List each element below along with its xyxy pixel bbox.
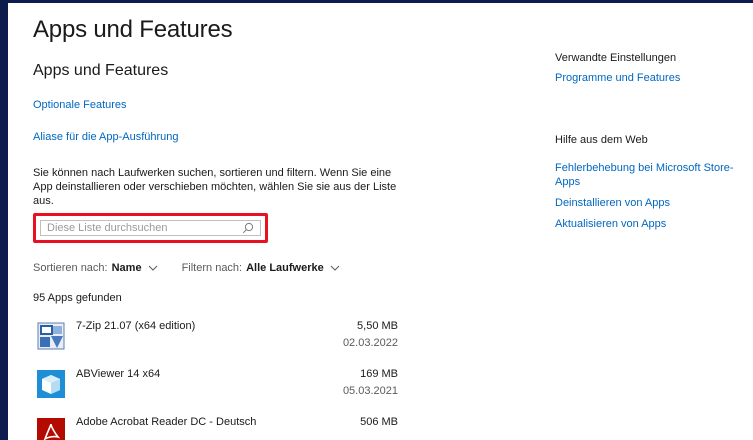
- optional-features-link[interactable]: Optionale Features: [33, 99, 127, 111]
- update-apps-link[interactable]: Aktualisieren von Apps: [555, 217, 750, 231]
- app-size: 506 MB: [360, 416, 398, 428]
- list-item[interactable]: 7-Zip 21.07 (x64 edition) 5,50 MB 02.03.…: [33, 317, 403, 365]
- filter-value: Alle Laufwerke: [246, 262, 324, 274]
- app-date: 05.03.2021: [342, 385, 398, 397]
- list-item[interactable]: ABViewer 14 x64 169 MB 05.03.2021: [33, 365, 403, 413]
- chevron-down-icon: [148, 265, 157, 271]
- web-help: Hilfe aus dem Web Fehlerbehebung bei Mic…: [555, 134, 750, 231]
- filter-label: Filtern nach:: [181, 262, 243, 274]
- related-heading: Verwandte Einstellungen: [555, 52, 677, 64]
- abviewer-icon: [37, 370, 65, 398]
- page-title: Apps und Features: [33, 16, 233, 43]
- app-date: 02.03.2022: [342, 337, 398, 349]
- app-size: 169 MB: [360, 368, 398, 380]
- search-input[interactable]: [47, 222, 242, 234]
- search-icon[interactable]: [242, 222, 254, 234]
- 7zip-icon: [37, 322, 65, 350]
- section-title: Apps und Features: [33, 62, 169, 79]
- sort-dropdown[interactable]: Sortieren nach: Name: [33, 262, 158, 274]
- acrobat-icon: [37, 418, 65, 440]
- search-highlight-frame: [33, 213, 268, 243]
- sort-label: Sortieren nach:: [33, 262, 108, 274]
- filter-bar: Sortieren nach: Name Filtern nach: Alle …: [33, 262, 340, 274]
- sort-value: Name: [111, 262, 142, 274]
- search-box[interactable]: [40, 220, 261, 236]
- chevron-down-icon: [330, 265, 340, 271]
- app-size: 5,50 MB: [357, 320, 398, 332]
- uninstall-apps-link[interactable]: Deinstallieren von Apps: [555, 196, 750, 210]
- store-troubleshoot-link[interactable]: Fehlerbehebung bei Microsoft Store-Apps: [555, 161, 750, 189]
- app-name: ABViewer 14 x64: [76, 368, 161, 380]
- settings-window: Apps und Features Apps und Features Opti…: [8, 3, 753, 440]
- filter-dropdown[interactable]: Filtern nach: Alle Laufwerke: [182, 262, 340, 274]
- app-alias-link[interactable]: Aliase für die App-Ausführung: [33, 131, 179, 143]
- app-count: 95 Apps gefunden: [33, 292, 122, 304]
- app-name: 7-Zip 21.07 (x64 edition): [76, 320, 196, 332]
- app-name: Adobe Acrobat Reader DC - Deutsch: [76, 416, 257, 428]
- description-text: Sie können nach Laufwerken suchen, sorti…: [33, 167, 397, 207]
- app-list: 7-Zip 21.07 (x64 edition) 5,50 MB 02.03.…: [33, 317, 403, 440]
- programs-features-link[interactable]: Programme und Features: [555, 71, 680, 85]
- related-settings: Verwandte Einstellungen Programme und Fe…: [555, 52, 680, 85]
- list-item[interactable]: Adobe Acrobat Reader DC - Deutsch 506 MB: [33, 413, 403, 440]
- help-heading: Hilfe aus dem Web: [555, 134, 648, 146]
